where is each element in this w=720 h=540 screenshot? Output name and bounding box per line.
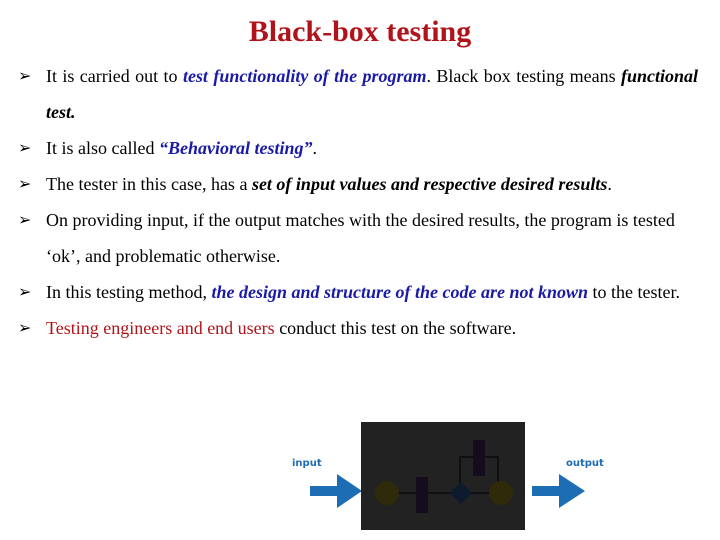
bullet-emphasis: set of input values and respective desir… [251, 174, 608, 194]
bullet-text: conduct this test on the software. [274, 318, 517, 338]
start-node [375, 481, 399, 505]
bullet-list: ➢ It is carried out to test functionality… [18, 58, 698, 346]
bullet-text: It is also called [46, 138, 159, 158]
input-arrow-shaft [310, 486, 338, 496]
black-box [361, 422, 525, 530]
bullet-text: In this testing method, [46, 282, 212, 302]
output-arrow-head [559, 474, 585, 508]
process-block-2 [473, 440, 485, 476]
output-arrow-icon [532, 474, 585, 508]
arrowhead-bullet-icon: ➢ [18, 138, 32, 157]
input-arrow-head [337, 474, 362, 508]
input-arrow-icon [310, 474, 362, 508]
bullet-emphasis: the design and structure of the code are… [211, 282, 589, 302]
slide-title: Black-box testing [248, 15, 472, 48]
bullet-text: . [607, 174, 612, 194]
arrowhead-bullet-icon: ➢ [18, 174, 32, 193]
arrowhead-bullet-icon: ➢ [18, 318, 32, 337]
output-arrow-shaft [532, 486, 560, 496]
bullet-emphasis: “Behavioral testing” [158, 138, 313, 158]
bullet-text: On providing input, if the output matche… [46, 210, 675, 266]
bullet-text: The tester in this case, has a [46, 174, 252, 194]
end-node [489, 481, 513, 505]
bullet-emphasis: test functionality of the program [182, 66, 427, 86]
bullet-text: . [312, 138, 317, 158]
process-block-1 [416, 477, 428, 513]
bullet-item: ➢ Testing engineers and end users conduct… [18, 310, 698, 346]
bullet-text: . Black box testing means [426, 66, 621, 86]
bullet-text: It is carried out to [46, 66, 183, 86]
arrowhead-bullet-icon: ➢ [18, 282, 32, 301]
arrowhead-bullet-icon: ➢ [18, 66, 32, 85]
arrowhead-bullet-icon: ➢ [18, 210, 32, 229]
bullet-item: ➢ In this testing method, the design and … [18, 274, 698, 310]
bullet-item: ➢ On providing input, if the output match… [18, 202, 698, 274]
bullet-emphasis: Testing engineers and end users [46, 318, 275, 338]
bullet-item: ➢ The tester in this case, has a set of i… [18, 166, 698, 202]
bullet-text: to the tester. [588, 282, 681, 302]
bullet-item: ➢ It is also called “Behavioral testing”. [18, 130, 698, 166]
black-box-diagram: input output [286, 420, 606, 540]
bullet-item: ➢ It is carried out to test functionality… [18, 58, 698, 130]
